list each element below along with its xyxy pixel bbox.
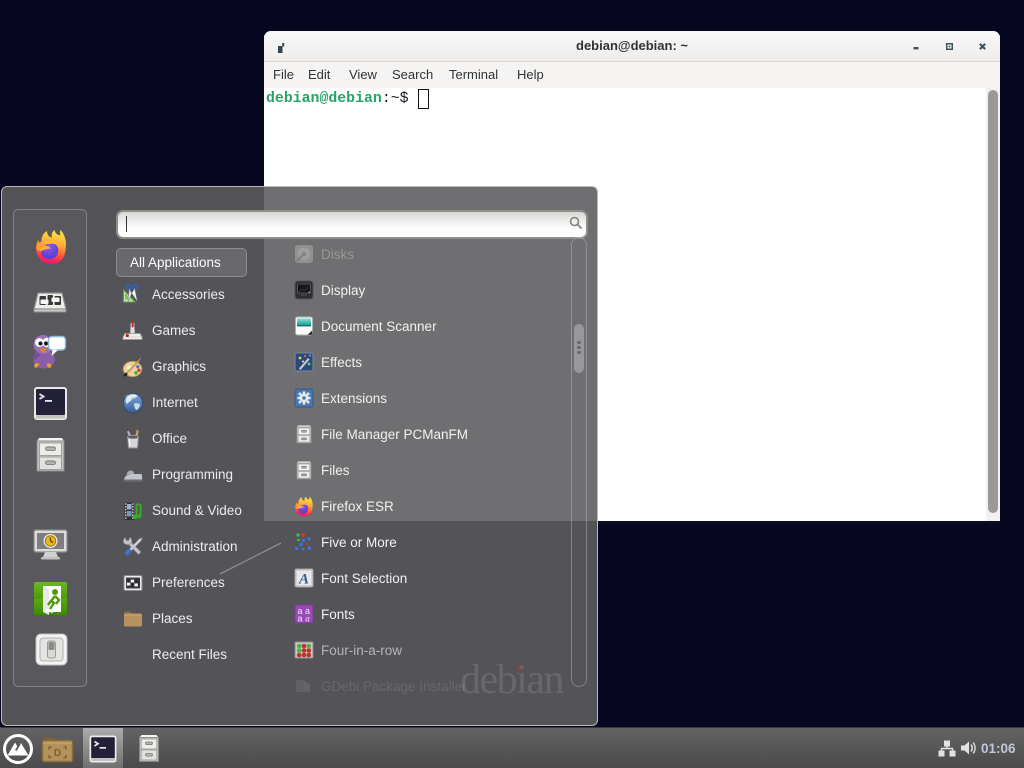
svg-text:a: a	[305, 614, 310, 624]
svg-text:a: a	[297, 614, 302, 624]
svg-text:D: D	[54, 748, 61, 759]
svg-text:A: A	[298, 572, 309, 588]
